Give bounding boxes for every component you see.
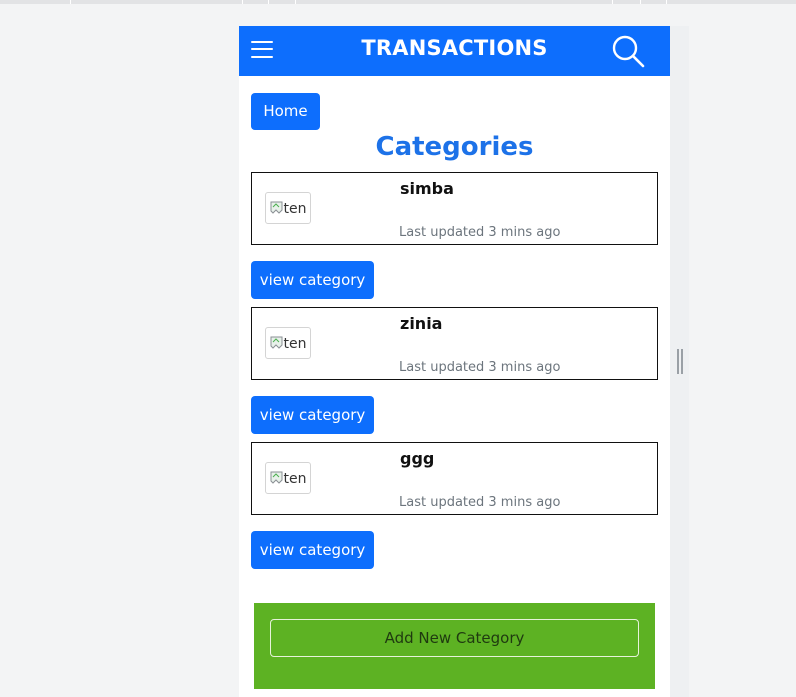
broken-image-icon — [270, 471, 282, 484]
view-category-button[interactable]: view category — [251, 531, 374, 569]
broken-image-icon — [270, 336, 282, 349]
app-viewport: TRANSACTIONS Home Categories ten simba L… — [239, 26, 670, 697]
footer-panel: Add New Category — [254, 603, 655, 689]
app-bar: TRANSACTIONS — [239, 26, 670, 76]
add-new-category-button[interactable]: Add New Category — [270, 619, 639, 657]
category-image: ten — [265, 327, 311, 359]
last-updated-text: Last updated 3 mins ago — [399, 225, 561, 240]
home-button[interactable]: Home — [251, 93, 320, 130]
view-category-button[interactable]: view category — [251, 261, 374, 299]
view-category-button[interactable]: view category — [251, 396, 374, 434]
resize-grip[interactable] — [677, 349, 684, 374]
last-updated-text: Last updated 3 mins ago — [399, 360, 561, 375]
category-image: ten — [265, 462, 311, 494]
category-name: zinia — [400, 314, 443, 333]
category-card: ten simba Last updated 3 mins ago — [251, 172, 658, 245]
category-card: ten ggg Last updated 3 mins ago — [251, 442, 658, 515]
category-image: ten — [265, 192, 311, 224]
last-updated-text: Last updated 3 mins ago — [399, 495, 561, 510]
image-alt-text: ten — [283, 336, 307, 352]
broken-image-icon — [270, 201, 282, 214]
image-alt-text: ten — [283, 201, 307, 217]
page-heading: Categories — [375, 132, 534, 162]
app-title: TRANSACTIONS — [361, 36, 548, 60]
category-name: ggg — [400, 449, 435, 468]
search-icon[interactable] — [611, 34, 645, 68]
category-name: simba — [400, 179, 454, 198]
category-card: ten zinia Last updated 3 mins ago — [251, 307, 658, 380]
browser-top-strip — [0, 0, 796, 4]
image-alt-text: ten — [283, 471, 307, 487]
